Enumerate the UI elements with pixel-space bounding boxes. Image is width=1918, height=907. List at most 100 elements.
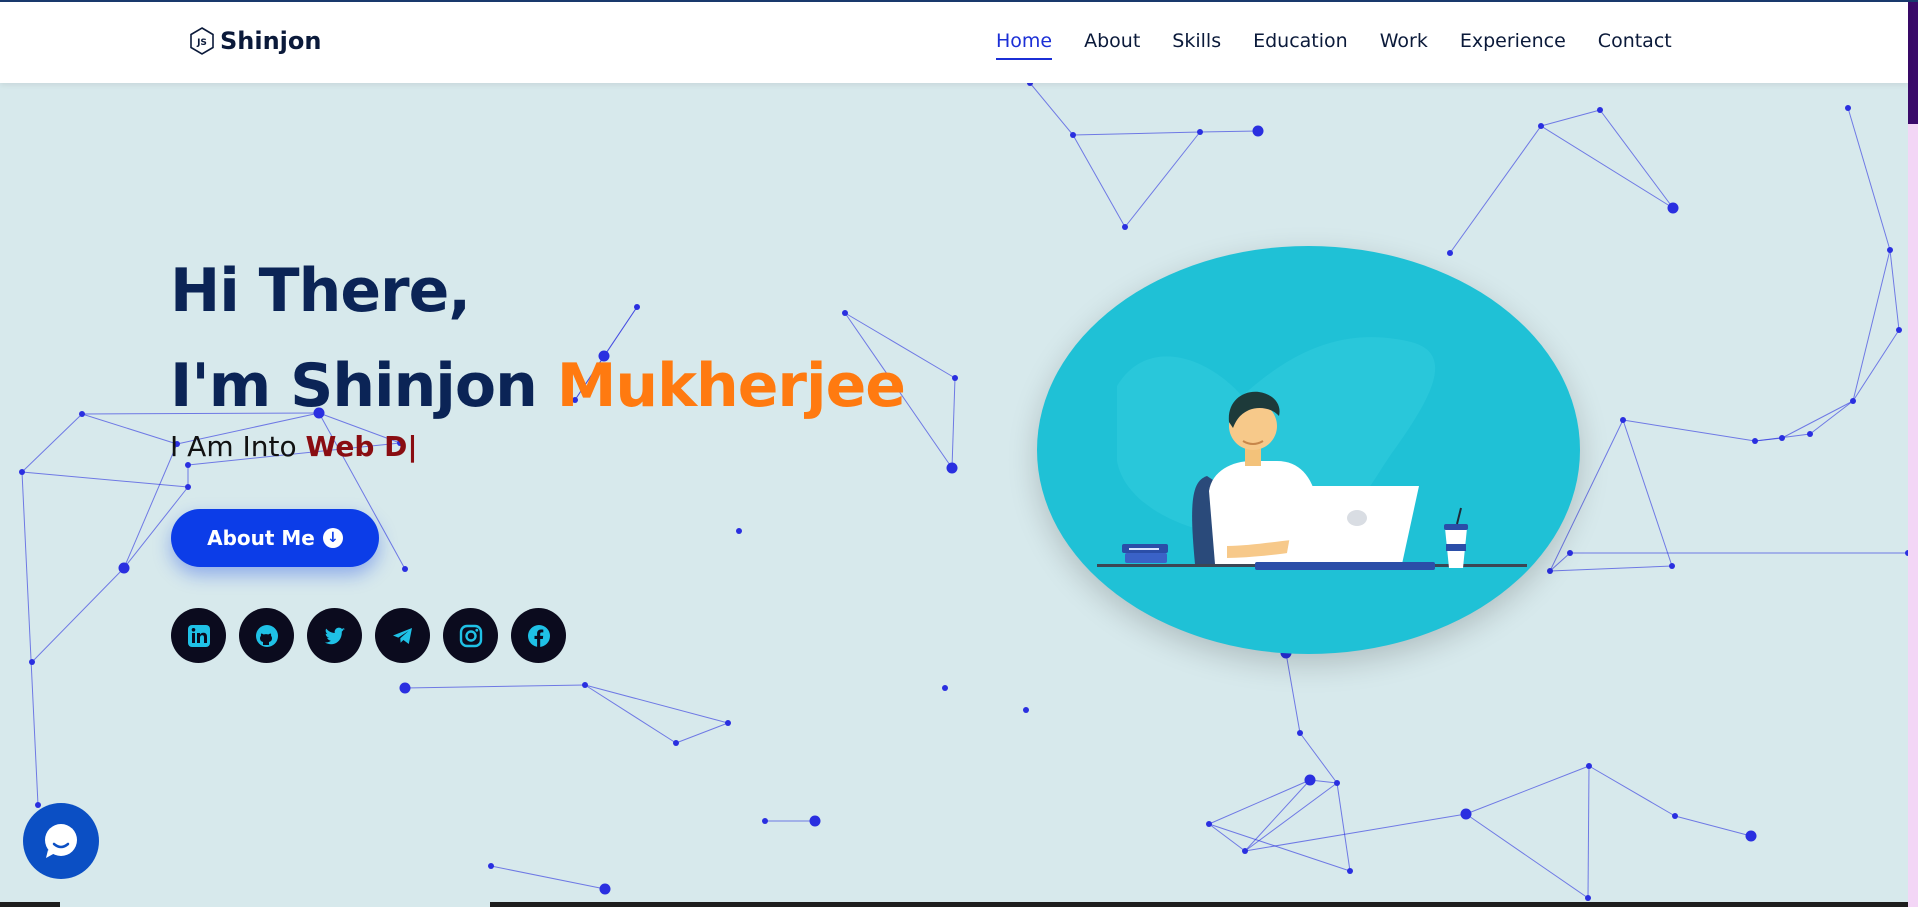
hero-intro: I'm Shinjon Mukherjee	[170, 339, 906, 434]
about-me-label: About Me	[207, 526, 315, 550]
developer-at-laptop-illustration	[1037, 246, 1580, 654]
particle-node	[1297, 730, 1303, 736]
particle-node	[1845, 105, 1851, 111]
particle-link	[1587, 765, 1590, 899]
particle-node	[946, 462, 958, 474]
particle-node	[1023, 707, 1029, 713]
particle-link	[21, 413, 83, 473]
particle-link	[1336, 782, 1351, 872]
brand-logo[interactable]: JS Shinjon	[188, 26, 321, 56]
particles-background	[19, 83, 1908, 901]
about-me-button[interactable]: About Me ↓	[171, 509, 379, 567]
particle-link	[1465, 813, 1589, 899]
particle-node	[942, 685, 948, 691]
facebook-icon	[527, 624, 550, 647]
particle-link	[1465, 765, 1590, 815]
particle-node	[1242, 848, 1248, 854]
particle-link	[1244, 779, 1311, 852]
particle-link	[1588, 765, 1676, 817]
particle-link	[21, 471, 39, 806]
linkedin-icon	[187, 624, 210, 647]
particle-node	[118, 562, 130, 574]
particle-link	[1208, 779, 1311, 825]
particle-link	[1449, 125, 1542, 254]
telegram-button[interactable]	[375, 608, 430, 663]
particle-link	[1889, 249, 1900, 331]
particle-link	[1852, 249, 1891, 402]
particle-node	[1547, 568, 1553, 574]
scrollbar-track[interactable]	[1908, 2, 1918, 907]
particle-link	[1540, 109, 1601, 127]
particle-node	[19, 469, 25, 475]
hero-intro-prefix: I'm Shinjon	[170, 351, 557, 421]
hero-greeting: Hi There,	[170, 256, 471, 326]
typing-line: I Am Into Web D|	[170, 430, 905, 463]
nav-work[interactable]: Work	[1380, 30, 1428, 52]
particle-link	[1072, 134, 1126, 228]
particle-node	[1122, 224, 1128, 230]
particle-link	[584, 684, 677, 744]
particle-node	[1585, 895, 1591, 901]
linkedin-button[interactable]	[171, 608, 226, 663]
particle-link	[1599, 109, 1674, 209]
particle-node	[1745, 830, 1757, 842]
particle-link	[1852, 329, 1900, 402]
nodejs-hexagon-icon: JS	[190, 27, 214, 55]
facebook-button[interactable]	[511, 608, 566, 663]
chat-button[interactable]	[23, 803, 99, 879]
particle-link	[675, 722, 729, 744]
particle-link	[1299, 732, 1338, 784]
particle-link	[1285, 652, 1301, 734]
particle-node	[1334, 780, 1340, 786]
svg-text:JS: JS	[196, 38, 207, 48]
nav-education[interactable]: Education	[1253, 30, 1348, 52]
scrollbar-thumb[interactable]	[1908, 2, 1918, 124]
particle-link	[1674, 815, 1752, 837]
nav-skills[interactable]: Skills	[1172, 30, 1221, 52]
particle-node	[1304, 774, 1316, 786]
particle-node	[1538, 123, 1544, 129]
particle-node	[1347, 868, 1353, 874]
particle-link	[81, 413, 178, 445]
nav-about[interactable]: About	[1084, 30, 1140, 52]
particle-node	[762, 818, 768, 824]
site-header: JS Shinjon Home About Skills Education W…	[0, 2, 1908, 83]
particle-node	[1850, 398, 1856, 404]
instagram-icon	[459, 624, 482, 647]
particle-link	[1072, 131, 1201, 136]
particle-node	[1887, 247, 1893, 253]
instagram-button[interactable]	[443, 608, 498, 663]
particle-node	[1197, 129, 1203, 135]
particle-node	[1586, 763, 1592, 769]
particle-node	[725, 720, 731, 726]
nav-contact[interactable]: Contact	[1598, 30, 1672, 52]
nav-experience[interactable]: Experience	[1460, 30, 1566, 52]
main-nav: Home About Skills Education Work Experie…	[996, 30, 1704, 60]
twitter-button[interactable]	[307, 608, 362, 663]
particle-link	[1029, 83, 1074, 136]
particle-node	[1807, 431, 1813, 437]
telegram-icon	[392, 627, 412, 644]
particle-node	[1597, 107, 1603, 113]
github-button[interactable]	[239, 608, 294, 663]
particle-link	[1244, 813, 1467, 852]
particle-node	[1667, 202, 1679, 214]
particle-node	[1447, 250, 1453, 256]
particle-link	[1781, 400, 1854, 439]
particle-node	[1896, 327, 1902, 333]
bottom-bar	[0, 902, 1908, 907]
particle-link	[1754, 437, 1783, 442]
nav-home[interactable]: Home	[996, 30, 1053, 60]
particle-node	[1905, 550, 1908, 556]
particle-link	[1208, 823, 1246, 852]
particle-node	[736, 528, 742, 534]
chat-bubble-icon	[45, 824, 77, 858]
particle-link	[31, 567, 125, 663]
particle-node	[1252, 125, 1264, 137]
bottom-bar-segment	[60, 902, 490, 907]
twitter-icon	[324, 627, 345, 644]
particle-link	[1124, 131, 1201, 228]
particle-link	[1809, 400, 1854, 435]
particle-node	[673, 740, 679, 746]
particle-node	[1070, 132, 1076, 138]
